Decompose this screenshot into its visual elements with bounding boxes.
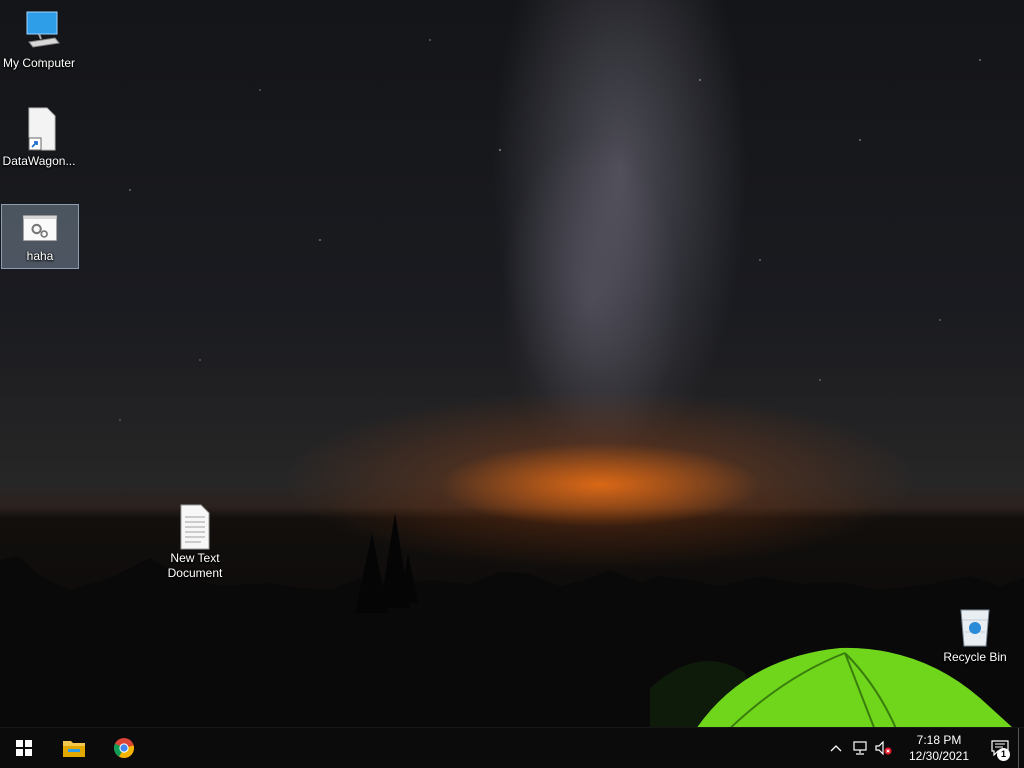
- desktop-icon-label: New Text Document: [167, 551, 223, 580]
- desktop[interactable]: My Computer DataWagon... haha New Text D…: [0, 0, 1024, 768]
- desktop-icon-haha[interactable]: haha: [1, 204, 79, 269]
- volume-button[interactable]: [872, 728, 896, 768]
- show-hidden-icons-button[interactable]: [824, 728, 848, 768]
- chrome-button[interactable]: [100, 728, 148, 768]
- desktop-icon-my-computer[interactable]: My Computer: [1, 8, 77, 71]
- start-button[interactable]: [0, 728, 48, 768]
- desktop-icon-label: Recycle Bin: [943, 650, 1007, 664]
- desktop-icon-label: haha: [26, 249, 54, 263]
- file-explorer-button[interactable]: [50, 728, 98, 768]
- desktop-icon-label: DataWagon...: [2, 154, 76, 168]
- clock[interactable]: 7:18 PM 12/30/2021: [902, 732, 976, 764]
- windows-logo-icon: [16, 740, 32, 756]
- file-shortcut-icon: [28, 107, 56, 151]
- chrome-icon: [114, 738, 135, 759]
- computer-icon: [26, 11, 60, 48]
- desktop-icon-recycle-bin[interactable]: Recycle Bin: [937, 602, 1013, 665]
- clock-date: 12/30/2021: [908, 749, 970, 763]
- clock-time: 7:18 PM: [916, 733, 962, 747]
- show-desktop-button[interactable]: [1018, 728, 1024, 768]
- desktop-icon-datawagon[interactable]: DataWagon...: [1, 106, 77, 169]
- chevron-up-icon: [830, 745, 842, 752]
- desktop-icon-new-text-document[interactable]: New Text Document: [157, 503, 233, 581]
- network-icon: [853, 741, 867, 755]
- text-document-icon: [180, 504, 210, 550]
- folder-icon: [63, 741, 85, 757]
- settings-app-icon: [22, 215, 58, 242]
- volume-muted-icon: [875, 741, 892, 755]
- action-center-button[interactable]: 1: [982, 728, 1018, 768]
- network-button[interactable]: [848, 728, 872, 768]
- recycle-bin-icon: [960, 609, 990, 647]
- taskbar: 7:18 PM 12/30/2021 1: [0, 727, 1024, 768]
- notification-count-badge: 1: [997, 748, 1010, 761]
- desktop-icon-label: My Computer: [2, 56, 76, 70]
- system-tray: 7:18 PM 12/30/2021 1: [824, 728, 1024, 768]
- wallpaper-landscape: [0, 513, 1024, 728]
